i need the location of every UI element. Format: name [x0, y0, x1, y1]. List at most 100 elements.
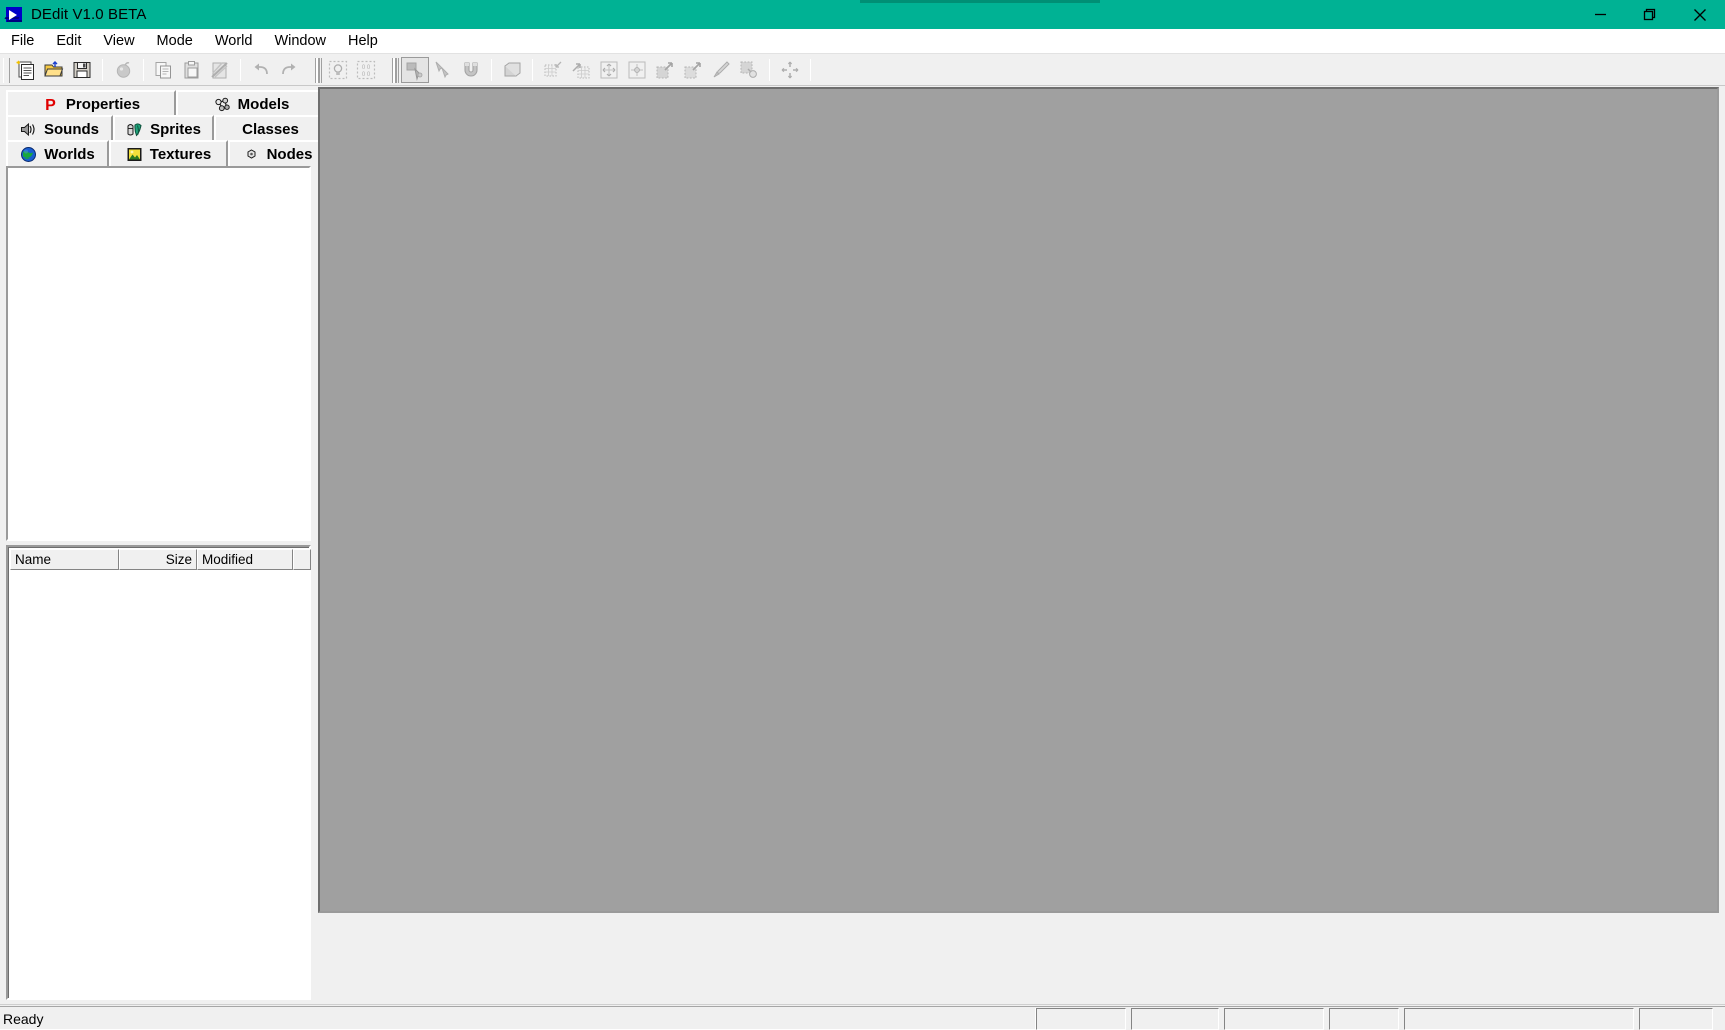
file-list-column-header: Name Size Modified — [10, 549, 311, 570]
tab-classes[interactable]: Classes — [214, 115, 327, 141]
resource-tab-strip: P Properties Models Sounds Sprites Class… — [6, 90, 327, 168]
tab-textures[interactable]: Textures — [109, 140, 228, 166]
toolbar-separator — [240, 59, 241, 81]
svg-text:0 0: 0 0 — [362, 72, 371, 78]
scale-texture-button[interactable] — [679, 57, 707, 83]
menu-item-edit[interactable]: Edit — [45, 31, 92, 51]
create-box-button[interactable] — [498, 57, 526, 83]
menu-item-file[interactable]: File — [0, 31, 45, 51]
toolbar-grip[interactable] — [392, 57, 399, 83]
center-grid-button[interactable] — [623, 57, 651, 83]
title-bar: DEdit V1.0 BETA — [0, 0, 1725, 29]
toolbar-grip[interactable] — [315, 57, 322, 83]
minimize-button[interactable] — [1575, 0, 1625, 29]
tab-label: Nodes — [266, 145, 313, 163]
file-list-rows[interactable] — [10, 570, 307, 996]
select-object-button[interactable] — [429, 57, 457, 83]
tab-label: Sounds — [44, 120, 99, 138]
toolbar-separator — [810, 59, 811, 81]
status-pane-2 — [1131, 1008, 1219, 1030]
fit-grid-button[interactable] — [595, 57, 623, 83]
tab-row-0: P Properties Models — [6, 90, 327, 116]
magnet-tool-button[interactable] — [457, 57, 485, 83]
close-button[interactable] — [1675, 0, 1725, 29]
column-header-modified[interactable]: Modified — [197, 549, 293, 570]
file-list-pane[interactable]: Name Size Modified — [6, 545, 311, 1000]
tab-models[interactable]: Models — [176, 90, 327, 116]
scale-brush-button[interactable] — [651, 57, 679, 83]
window-controls — [1575, 0, 1725, 29]
svg-text:0 0: 0 0 — [362, 65, 371, 71]
tab-sounds[interactable]: Sounds — [6, 115, 113, 141]
tab-nodes[interactable]: Nodes — [228, 140, 327, 166]
column-header-name[interactable]: Name — [10, 549, 119, 570]
toolbar-separator — [102, 59, 103, 81]
speaker-icon — [20, 121, 37, 138]
molecule-icon — [214, 96, 231, 113]
svg-text:P: P — [45, 97, 56, 113]
toolbar-grip[interactable] — [3, 57, 10, 83]
toolbar-separator — [532, 59, 533, 81]
grid-snap-button[interactable] — [539, 57, 567, 83]
texture-icon — [126, 146, 143, 163]
sample-texture-button[interactable] — [735, 57, 763, 83]
paint-texture-button[interactable] — [707, 57, 735, 83]
main-toolbar: 0 0 0 0 — [0, 55, 1725, 86]
tab-row-2: Worlds Textures Nodes — [6, 140, 327, 166]
center-view-button[interactable] — [776, 57, 804, 83]
tab-label: Sprites — [150, 120, 201, 138]
toggle-grid-button[interactable]: 0 0 0 0 — [352, 57, 380, 83]
select-brush-button[interactable] — [401, 57, 429, 83]
menu-bar: File Edit View Mode World Window Help — [0, 29, 1725, 54]
sprite-icon — [126, 121, 143, 138]
node-icon — [243, 146, 260, 163]
menu-item-world[interactable]: World — [204, 31, 264, 51]
column-header-size[interactable]: Size — [119, 549, 197, 570]
tab-row-1: Sounds Sprites Classes — [6, 115, 327, 141]
globe-icon — [20, 146, 37, 163]
menu-item-mode[interactable]: Mode — [146, 31, 204, 51]
arrow-up-grid-button[interactable] — [567, 57, 595, 83]
undo-button[interactable] — [247, 57, 275, 83]
open-file-button[interactable] — [40, 57, 68, 83]
status-bar: Ready — [0, 1006, 1725, 1030]
tab-worlds[interactable]: Worlds — [6, 140, 109, 166]
restore-button[interactable] — [1625, 0, 1675, 29]
tab-properties[interactable]: P Properties — [6, 90, 176, 116]
status-pane-6 — [1639, 1008, 1713, 1030]
toggle-light-button[interactable] — [324, 57, 352, 83]
toolbar-separator — [143, 59, 144, 81]
status-pane-1 — [1036, 1008, 1126, 1030]
new-file-button[interactable] — [12, 57, 40, 83]
viewport-client-area[interactable] — [318, 87, 1719, 913]
compile-button[interactable] — [109, 57, 137, 83]
save-file-button[interactable] — [68, 57, 96, 83]
window-title: DEdit V1.0 BETA — [31, 6, 147, 23]
tab-label: Properties — [65, 95, 141, 113]
tab-sprites[interactable]: Sprites — [113, 115, 214, 141]
dedit-app-icon — [4, 6, 23, 24]
menu-item-help[interactable]: Help — [337, 31, 389, 51]
tab-label: Textures — [149, 145, 212, 163]
titlebar-accent-line — [860, 0, 1100, 3]
copy-button[interactable] — [150, 57, 178, 83]
toolbar-separator — [491, 59, 492, 81]
letter-p-icon: P — [42, 96, 59, 113]
resource-panel: P Properties Models Sounds Sprites Class… — [6, 90, 327, 1000]
application-window: DEdit V1.0 BETA File Edit View Mode Worl… — [0, 0, 1725, 1030]
paste-special-button[interactable] — [206, 57, 234, 83]
column-header-extra[interactable] — [293, 549, 311, 570]
redo-button[interactable] — [275, 57, 303, 83]
toolbar-separator — [769, 59, 770, 81]
status-message: Ready — [0, 1008, 1036, 1030]
tab-label: Models — [237, 95, 290, 113]
menu-item-window[interactable]: Window — [263, 31, 337, 51]
status-pane-4 — [1329, 1008, 1399, 1030]
menu-item-view[interactable]: View — [92, 31, 145, 51]
resource-tree-pane[interactable] — [6, 166, 311, 541]
paste-button[interactable] — [178, 57, 206, 83]
resource-tree-list[interactable] — [8, 168, 309, 539]
status-pane-3 — [1224, 1008, 1324, 1030]
status-pane-5 — [1404, 1008, 1634, 1030]
tab-label: Classes — [242, 120, 299, 138]
